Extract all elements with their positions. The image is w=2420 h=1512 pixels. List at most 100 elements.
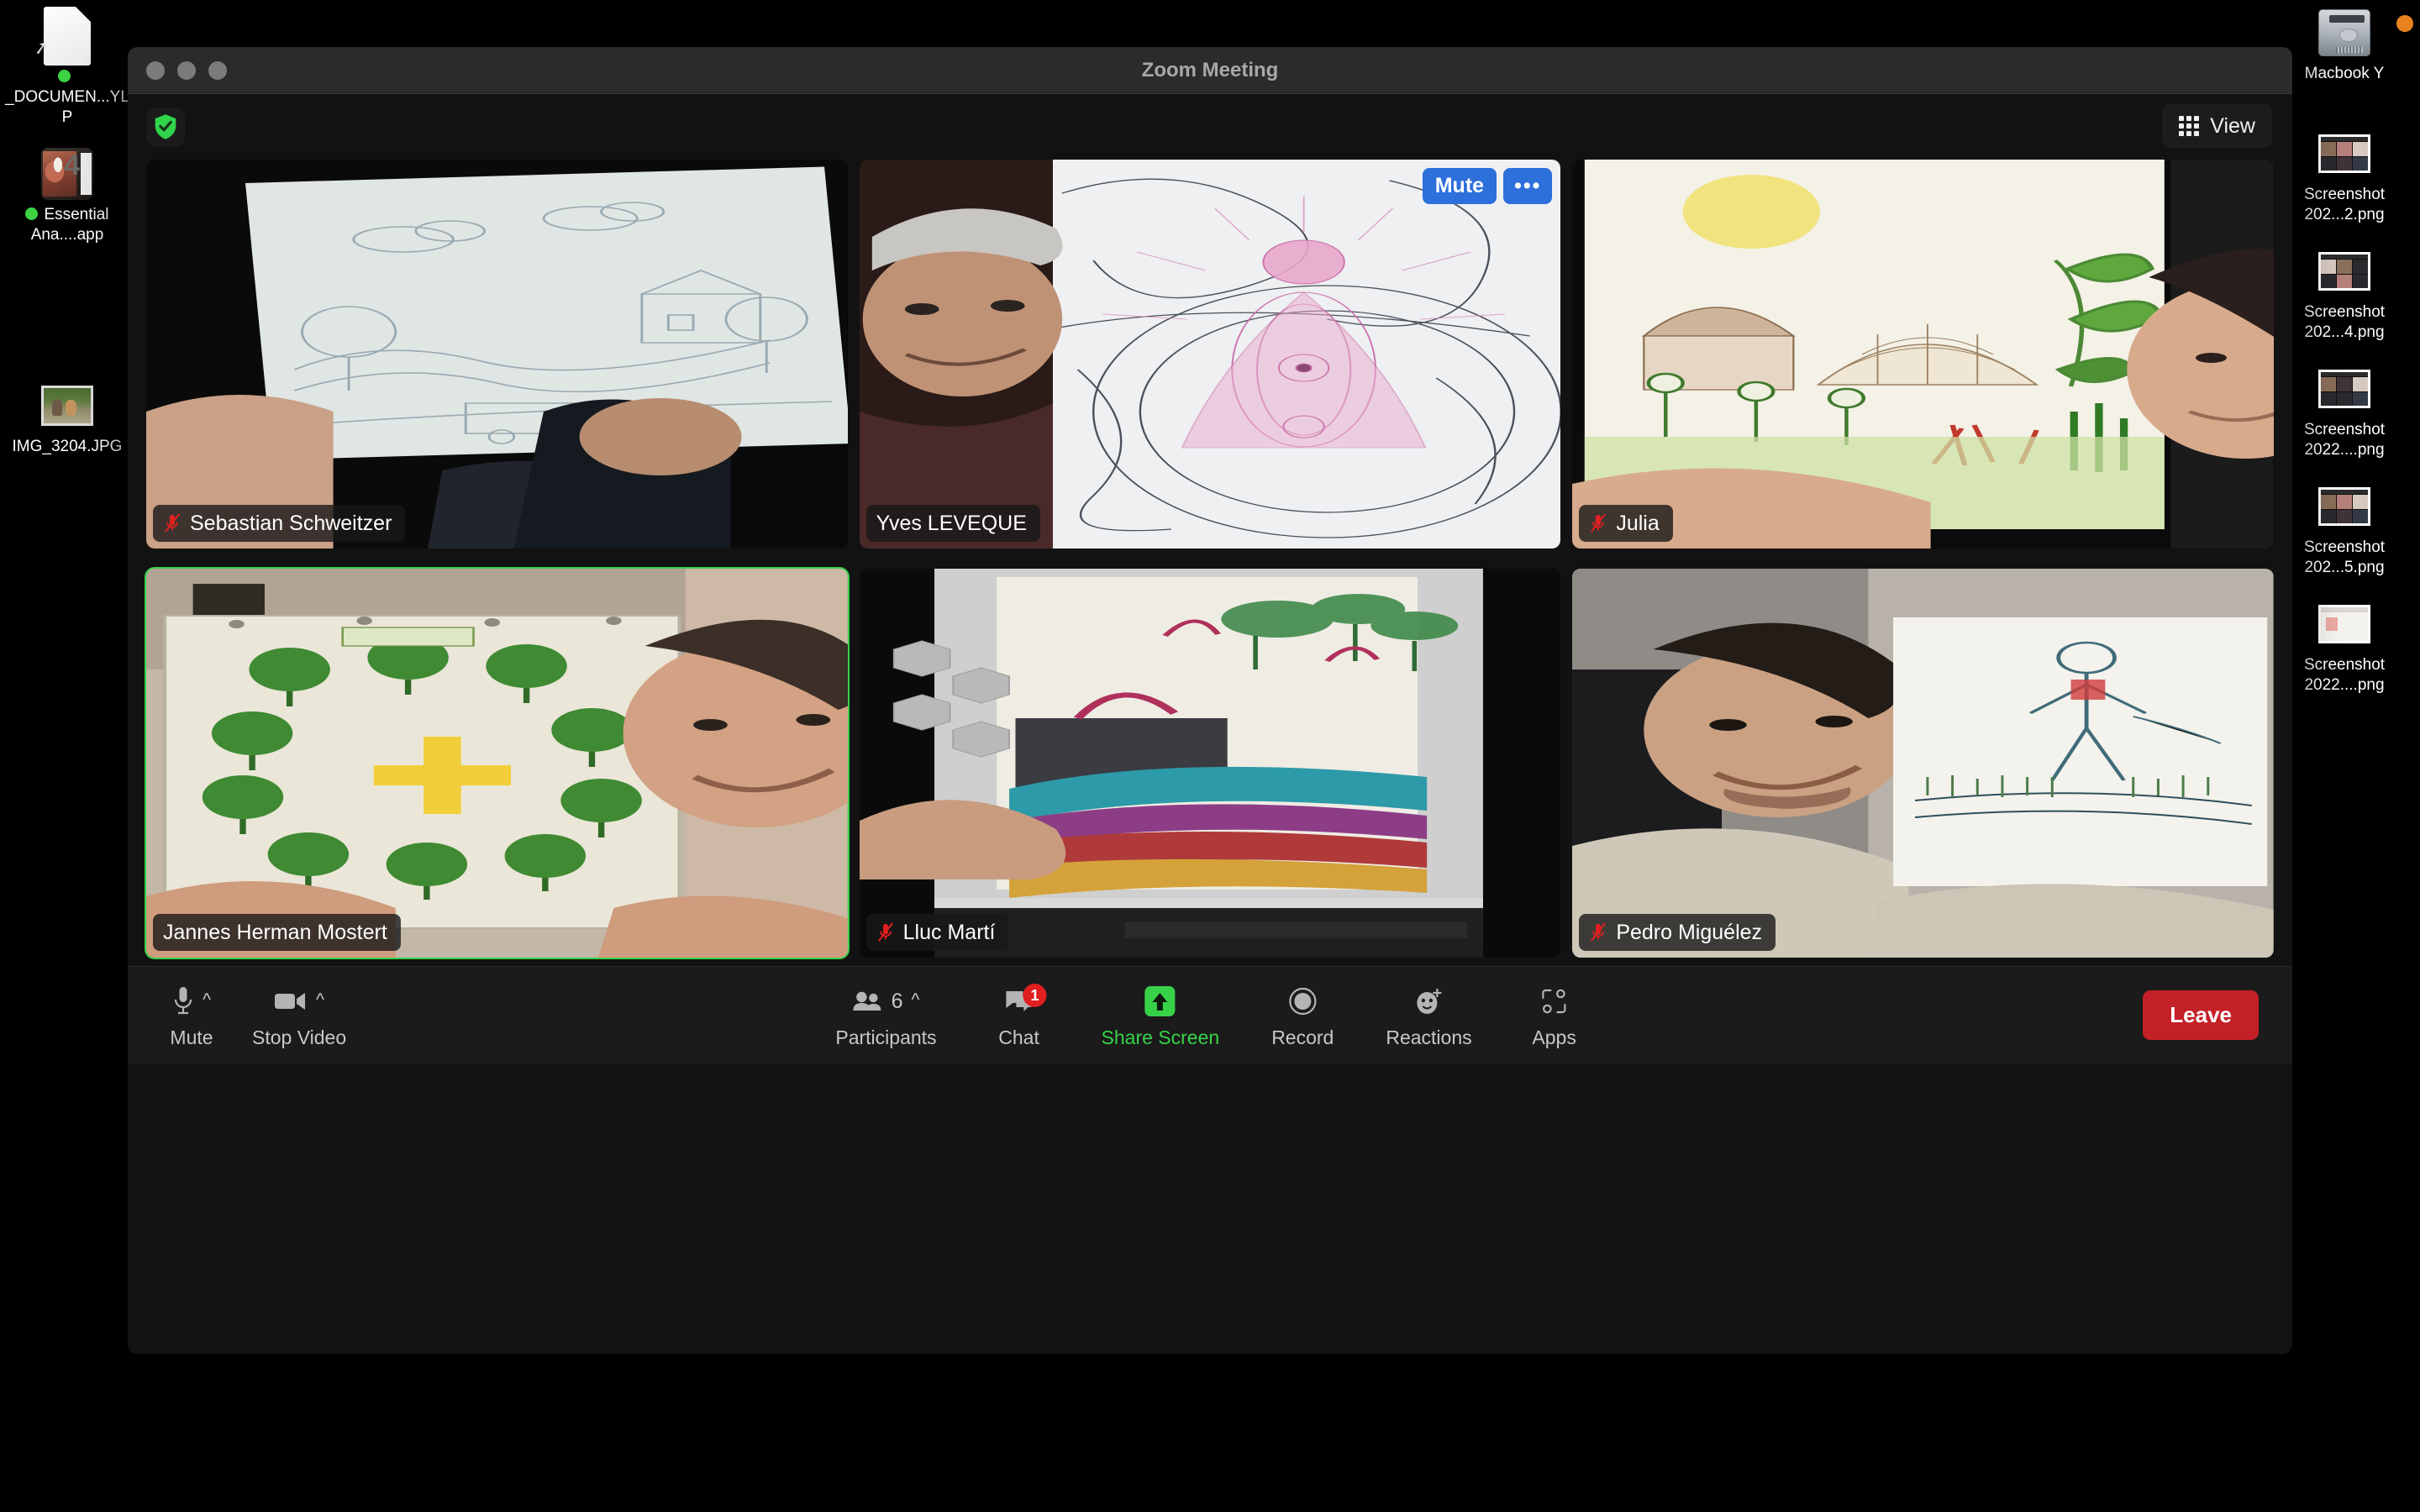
shield-check-icon[interactable]	[146, 108, 185, 146]
participant-name-badge: Julia	[1579, 505, 1673, 542]
microphone-muted-icon	[1591, 922, 1607, 942]
audio-options-caret-icon[interactable]: ^	[203, 991, 211, 1009]
screenshot-icon	[2318, 480, 2370, 533]
share-screen-arrow-icon	[1144, 985, 1176, 1017]
stop-video-button[interactable]: ^ Stop Video	[252, 981, 346, 1049]
minimize-button[interactable]	[177, 60, 196, 80]
chat-button[interactable]: 1 Chat	[989, 981, 1050, 1049]
desktop-icons-left: ➚ _DOCUMEN...YLP 4 Essential Ana....app …	[0, 0, 134, 465]
chat-unread-badge: 1	[1023, 984, 1047, 1007]
share-screen-button[interactable]: Share Screen	[1101, 981, 1220, 1049]
participant-video	[859, 569, 1561, 958]
participants-count: 6	[891, 989, 903, 1013]
meeting-toolbar: ^ Mute ^ Stop Video 6 ^ Participants 1 C…	[128, 966, 2292, 1063]
sync-dot-icon	[25, 207, 39, 220]
view-button-label: View	[2210, 113, 2255, 138]
desktop-icon-label: Screenshot 202...2.png	[2303, 186, 2386, 223]
video-grid: Sebastian Schweitzer Mute ••• Yves LEVEQ…	[128, 160, 2292, 966]
sync-dot-icon	[58, 70, 71, 82]
apps-bracket-icon	[1541, 988, 1568, 1015]
window-titlebar: Zoom Meeting	[128, 47, 2292, 94]
screenshot-icon	[2318, 363, 2370, 415]
desktop-icon-label: IMG_3204.JPG	[12, 438, 123, 455]
desktop-icon-harddrive[interactable]: Macbook Y	[2277, 7, 2412, 84]
participant-name-badge: Lluc Martí	[865, 914, 1009, 951]
window-controls	[146, 60, 227, 80]
maximize-button[interactable]	[208, 60, 227, 80]
chat-button-label: Chat	[998, 1026, 1039, 1048]
participant-video	[859, 160, 1561, 549]
apps-button-label: Apps	[1532, 1026, 1576, 1048]
view-button[interactable]: View	[2162, 104, 2272, 148]
meeting-body: View Sebastian Schweitzer Mute ••• Yves …	[128, 94, 2292, 1354]
stop-video-button-label: Stop Video	[252, 1026, 347, 1048]
participant-tile[interactable]: Mute ••• Yves LEVEQUE	[859, 160, 1561, 549]
reactions-button[interactable]: Reactions	[1386, 981, 1472, 1049]
desktop-icon-screenshot[interactable]: Screenshot 2022....png	[2277, 363, 2412, 460]
participants-button-label: Participants	[835, 1026, 937, 1048]
participants-caret-icon[interactable]: ^	[911, 991, 919, 1009]
participants-button[interactable]: 6 ^ Participants	[835, 981, 936, 1049]
participant-tile[interactable]: Lluc Martí	[859, 569, 1561, 958]
participant-name: Jannes Herman Mostert	[163, 920, 387, 944]
participant-video	[146, 160, 848, 549]
participant-name: Lluc Martí	[902, 920, 996, 944]
people-icon	[853, 990, 883, 1012]
participant-video	[1572, 160, 2274, 549]
desktop-icon-label: Essential Ana....app	[4, 205, 130, 245]
participant-tile[interactable]: Sebastian Schweitzer	[146, 160, 848, 549]
desktop-icon-screenshot[interactable]: Screenshot 202...5.png	[2277, 480, 2412, 578]
video-options-caret-icon[interactable]: ^	[316, 991, 324, 1009]
desktop-icon-label: Screenshot 202...4.png	[2303, 303, 2386, 341]
video-camera-icon	[274, 990, 308, 1012]
toolbar-left-group: ^ Mute ^ Stop Video	[161, 981, 346, 1049]
desktop-icon-label: Screenshot 2022....png	[2303, 421, 2386, 459]
desktop-icon-screenshot[interactable]: Screenshot 202...4.png	[2277, 245, 2412, 343]
desktop-icon-screenshot[interactable]: Screenshot 2022....png	[2277, 598, 2412, 696]
participant-video	[1572, 569, 2274, 958]
menu-bar-status-dot	[2396, 15, 2413, 32]
screenshot-doc-icon	[2318, 598, 2370, 650]
mute-button[interactable]: ^ Mute	[161, 981, 222, 1049]
record-button-label: Record	[1271, 1026, 1334, 1048]
record-circle-icon	[1288, 987, 1317, 1016]
participant-name: Pedro Miguélez	[1616, 920, 1763, 944]
smiley-plus-icon	[1413, 987, 1444, 1016]
mute-participant-button[interactable]: Mute	[1422, 168, 1497, 204]
reactions-button-label: Reactions	[1386, 1026, 1472, 1048]
desktop-icon-label: Screenshot 202...5.png	[2303, 538, 2386, 576]
participant-tile[interactable]: Jannes Herman Mostert	[145, 567, 850, 959]
desktop-icon-label: Macbook Y	[2304, 65, 2385, 82]
anatomy-app-icon: 4	[41, 148, 93, 200]
hard-drive-icon	[2318, 7, 2370, 59]
shield-check-glyph	[155, 114, 176, 139]
cursor-arrow-icon: ➚	[31, 35, 51, 60]
document-icon: ➚	[32, 7, 93, 66]
record-button[interactable]: Record	[1271, 981, 1334, 1049]
desktop-icon-anatomy-app[interactable]: 4 Essential Ana....app	[0, 148, 134, 245]
microphone-icon	[172, 985, 194, 1017]
tile-hover-controls: Mute •••	[1422, 168, 1553, 204]
share-screen-button-label: Share Screen	[1101, 1026, 1220, 1048]
screenshot-icon	[2318, 128, 2370, 180]
close-button[interactable]	[146, 60, 165, 80]
apps-button[interactable]: Apps	[1524, 981, 1585, 1049]
microphone-muted-icon	[1591, 513, 1607, 533]
leave-button[interactable]: Leave	[2143, 990, 2259, 1040]
meeting-top-bar: View	[128, 94, 2292, 160]
more-options-button[interactable]: •••	[1503, 168, 1553, 204]
participant-name: Yves LEVEQUE	[876, 511, 1027, 535]
desktop-icon-label: _DOCUMEN...YLP	[4, 67, 130, 128]
grid-icon	[2179, 116, 2200, 136]
toolbar-center-group: 6 ^ Participants 1 Chat Share Screen Rec…	[835, 981, 1584, 1049]
participant-name-badge: Yves LEVEQUE	[865, 505, 1040, 542]
participant-tile[interactable]: Julia	[1572, 160, 2274, 549]
desktop-icon-screenshot[interactable]: Screenshot 202...2.png	[2277, 128, 2412, 225]
participant-tile[interactable]: Pedro Miguélez	[1572, 569, 2274, 958]
participant-name: Julia	[1616, 511, 1660, 535]
desktop-icon-image[interactable]: IMG_3204.JPG	[0, 380, 134, 457]
participant-video	[146, 569, 848, 958]
mute-button-label: Mute	[170, 1026, 213, 1048]
screenshot-icon	[2318, 245, 2370, 297]
desktop-icon-document[interactable]: ➚ _DOCUMEN...YLP	[0, 7, 134, 128]
